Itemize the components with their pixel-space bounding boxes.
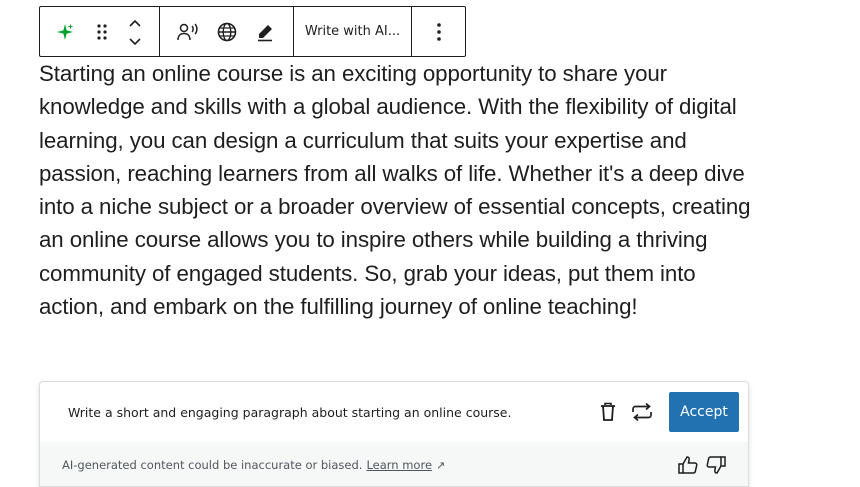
trash-icon[interactable]: [591, 395, 625, 429]
globe-icon[interactable]: [212, 14, 242, 50]
ai-assistant-panel: Write a short and engaging paragraph abo…: [39, 381, 749, 487]
sparkle-icon[interactable]: [50, 14, 80, 50]
external-link-icon: ↗: [436, 458, 446, 472]
block-mover: [124, 12, 146, 52]
ai-panel-top: Write a short and engaging paragraph abo…: [40, 382, 748, 442]
ai-disclaimer: AI-generated content could be inaccurate…: [62, 458, 363, 472]
more-vertical-icon[interactable]: [424, 14, 454, 50]
thumbs-down-icon[interactable]: [702, 451, 730, 479]
toolbar-group-options: [412, 7, 465, 56]
toolbar-group-tools: [160, 7, 294, 56]
ai-panel-footer: AI-generated content could be inaccurate…: [40, 442, 748, 486]
chevron-up-icon[interactable]: [128, 13, 142, 32]
toolbar-group-ai: Write with AI...: [294, 7, 412, 56]
accept-button[interactable]: Accept: [669, 392, 739, 432]
generated-paragraph[interactable]: Starting an online course is an exciting…: [39, 57, 759, 323]
pen-icon[interactable]: [250, 14, 280, 50]
regenerate-icon[interactable]: [625, 395, 659, 429]
write-with-ai-button[interactable]: Write with AI...: [305, 24, 400, 39]
speech-icon[interactable]: [173, 14, 203, 50]
thumbs-up-icon[interactable]: [674, 451, 702, 479]
learn-more-link[interactable]: Learn more: [366, 458, 432, 472]
toolbar-group-block: [40, 7, 160, 56]
drag-handle-icon[interactable]: [90, 14, 114, 50]
chevron-down-icon[interactable]: [128, 32, 142, 51]
ai-prompt-text: Write a short and engaging paragraph abo…: [68, 404, 512, 420]
block-toolbar: Write with AI...: [39, 6, 466, 57]
